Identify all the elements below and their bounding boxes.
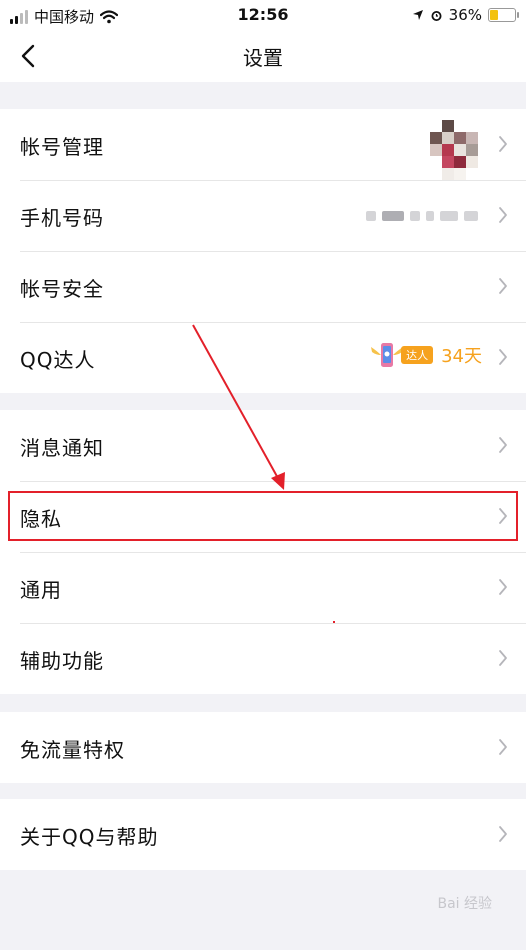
annotation-dot [333, 621, 335, 623]
annotation-arrow [192, 324, 285, 490]
watermark: Bai 经验 [437, 896, 492, 912]
